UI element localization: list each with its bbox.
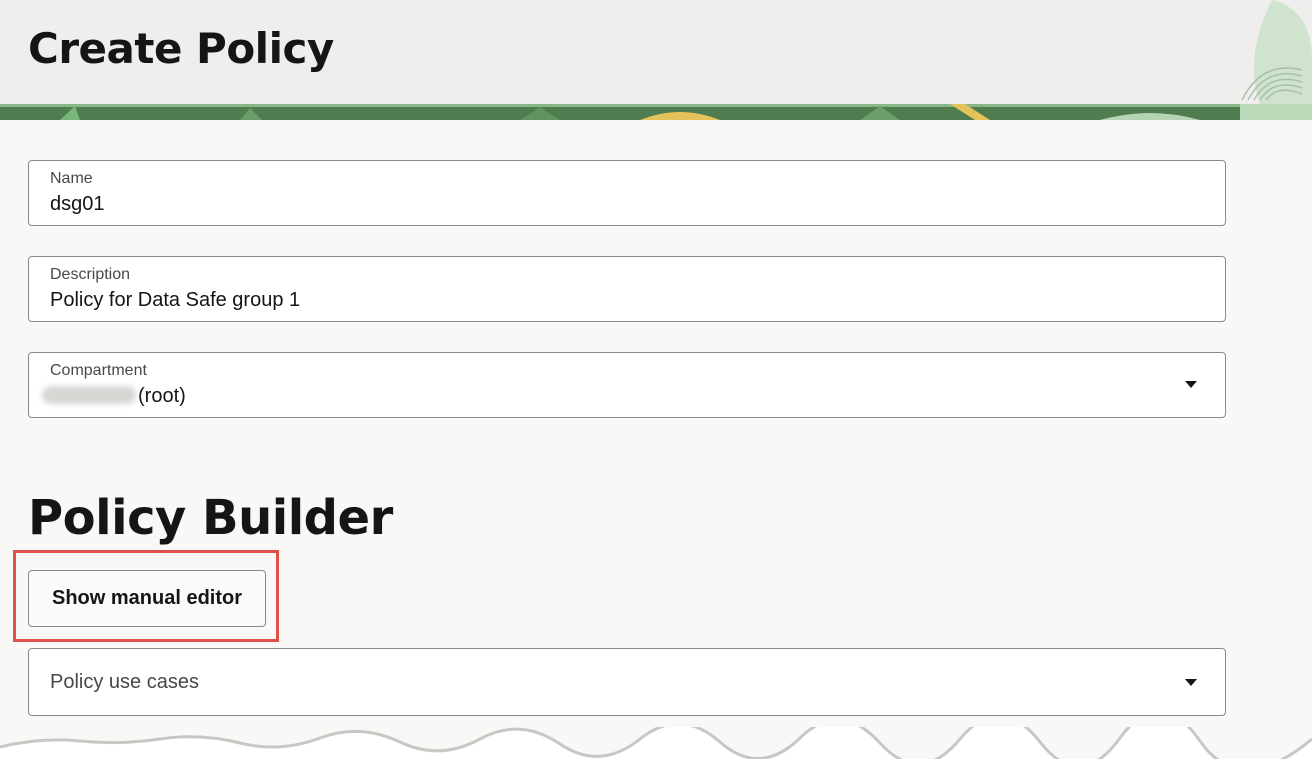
policy-use-cases-placeholder: Policy use cases <box>50 671 199 693</box>
description-field[interactable]: Description Policy for Data Safe group 1 <box>28 256 1226 322</box>
redacted-text <box>42 386 136 404</box>
section-title-policy-builder: Policy Builder <box>28 490 393 546</box>
name-label: Name <box>50 170 93 187</box>
chevron-down-icon[interactable] <box>1185 679 1197 686</box>
page-title: Create Policy <box>28 24 334 73</box>
description-label: Description <box>50 266 131 283</box>
compartment-root-text: (root) <box>138 385 186 407</box>
chevron-down-icon[interactable] <box>1185 381 1197 388</box>
torn-edge <box>0 727 1312 759</box>
compartment-label: Compartment <box>50 362 147 379</box>
header-banner <box>0 104 1312 120</box>
compartment-select[interactable]: Compartment (root) <box>28 352 1226 418</box>
description-input[interactable]: Policy for Data Safe group 1 <box>50 289 300 312</box>
page-header: Create Policy <box>0 0 1312 110</box>
name-input[interactable]: dsg01 <box>50 193 105 216</box>
name-field[interactable]: Name dsg01 <box>28 160 1226 226</box>
compartment-value: (root) <box>42 385 186 408</box>
policy-use-cases-select[interactable]: Policy use cases <box>28 648 1226 716</box>
show-manual-editor-button[interactable]: Show manual editor <box>28 570 266 627</box>
decorative-pattern <box>1241 0 1312 110</box>
